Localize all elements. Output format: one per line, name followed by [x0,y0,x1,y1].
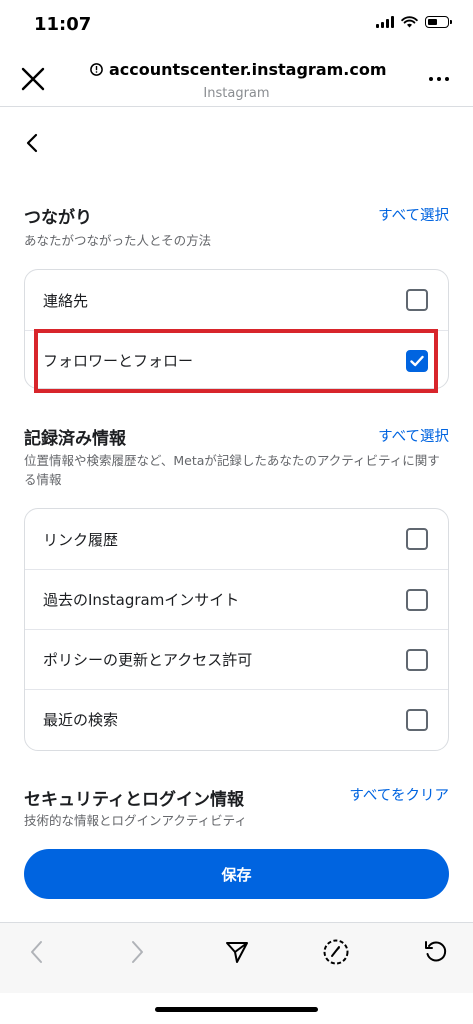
header-divider [0,106,473,107]
option-link-history[interactable]: リンク履歴 [25,509,448,569]
select-all-connections-button[interactable]: すべて選択 [378,204,449,225]
checkbox-recent-searches[interactable] [406,708,428,731]
option-past-insights[interactable]: 過去のInstagramインサイト [25,569,448,629]
option-recent-searches[interactable]: 最近の検索 [25,689,448,749]
checkbox-link-history[interactable] [406,528,428,550]
section-desc-security: 技術的な情報とログインアクティビティ [24,813,247,828]
browser-toolbar [0,923,473,993]
section-title-recorded-info: 記録済み情報 [24,429,126,449]
back-arrow-icon[interactable] [22,937,52,967]
section-title-connections: つながり [24,208,92,228]
option-label: リンク履歴 [43,530,119,549]
clear-all-security-button[interactable]: すべてをクリア [349,784,449,805]
battery-icon [425,16,452,28]
wifi-icon [401,16,418,28]
checkmark-icon [410,355,424,366]
option-followers-following[interactable]: フォロワーとフォロー [25,330,448,390]
connections-options-card: 連絡先 フォロワーとフォロー [24,269,449,389]
share-icon[interactable] [222,937,252,967]
forward-arrow-icon[interactable] [122,937,152,967]
checkbox-followers-following[interactable] [406,349,428,372]
checkbox-past-insights[interactable] [406,588,428,611]
checkbox-contacts[interactable] [406,289,428,311]
status-icons [376,16,452,28]
recorded-options-card: リンク履歴 過去のInstagramインサイト ポリシーの更新とアクセス許可 最… [24,508,449,751]
reload-icon[interactable] [421,937,451,967]
select-all-recorded-button[interactable]: すべて選択 [378,425,449,446]
section-title-security: セキュリティとログイン情報 [24,790,244,810]
url-bar[interactable]: accountscenter.instagram.com Instagram [90,60,387,101]
status-time: 11:07 [34,14,92,35]
option-label: 最近の検索 [43,711,119,729]
option-contacts[interactable]: 連絡先 [25,270,448,330]
option-label: フォロワーとフォロー [43,352,194,370]
checkbox-policy-updates[interactable] [406,648,428,671]
home-indicator [155,1007,318,1012]
compass-icon[interactable] [321,937,351,967]
site-name: Instagram [203,86,270,101]
save-button[interactable]: 保存 [24,849,449,899]
option-label: 過去のInstagramインサイト [43,591,240,609]
option-policy-updates[interactable]: ポリシーの更新とアクセス許可 [25,629,448,689]
signal-icon [376,16,394,28]
option-label: 連絡先 [43,291,89,310]
chevron-left-icon[interactable] [22,132,44,154]
section-desc-recorded-info: 位置情報や検索履歴など、Metaが記録したあなたのアクティビティに関する情報 [24,453,440,487]
info-icon [90,63,103,76]
url-text: accountscenter.instagram.com [109,60,387,79]
more-icon[interactable] [429,77,449,81]
section-desc-connections: あなたがつながった人とその方法 [24,233,212,248]
close-icon[interactable] [20,66,46,92]
option-label: ポリシーの更新とアクセス許可 [43,651,253,669]
